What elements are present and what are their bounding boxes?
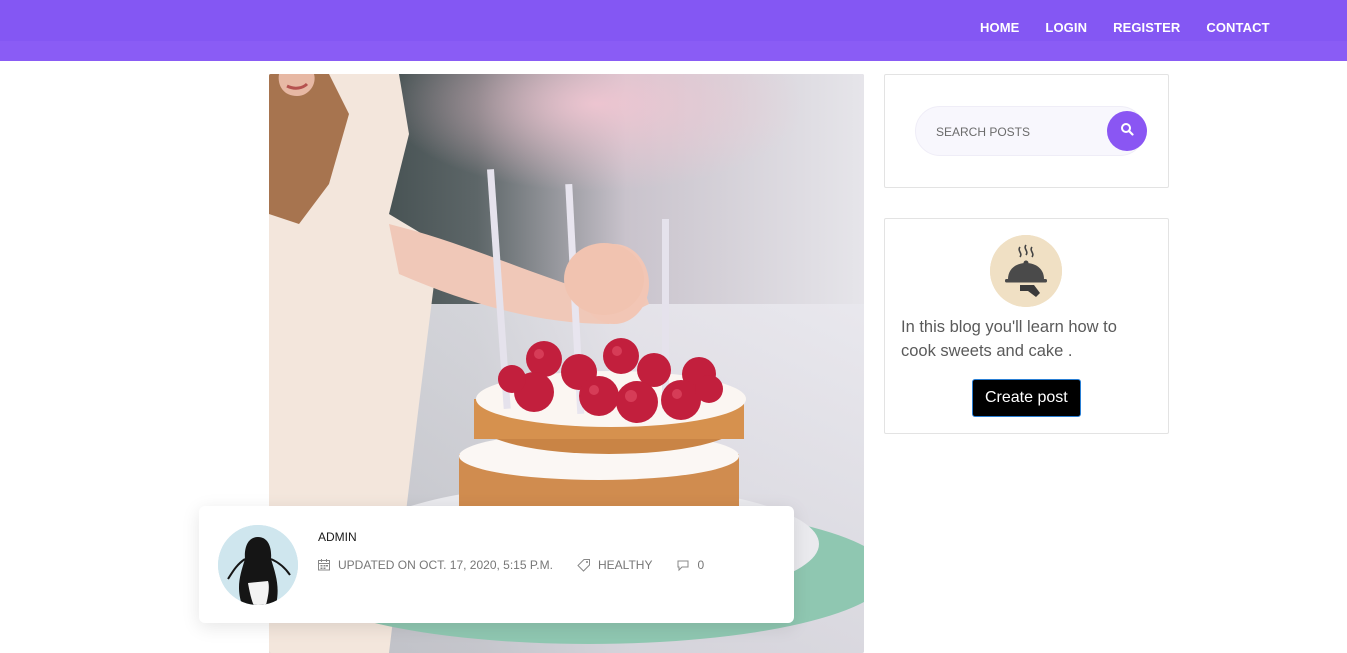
- main-nav: HOME LOGIN REGISTER CONTACT: [980, 20, 1270, 35]
- nav-login[interactable]: LOGIN: [1045, 20, 1087, 35]
- tag-icon: [577, 558, 591, 572]
- post-meta-row: UPDATED ON OCT. 17, 2020, 5:15 P.M. HEAL…: [317, 558, 704, 572]
- nav-contact[interactable]: CONTACT: [1206, 20, 1269, 35]
- about-widget: In this blog you'll learn how to cook sw…: [884, 218, 1169, 434]
- about-text: In this blog you'll learn how to cook sw…: [901, 318, 1117, 360]
- search-input[interactable]: [936, 123, 1096, 141]
- post-date-text: UPDATED ON OCT. 17, 2020, 5:15 P.M.: [338, 558, 553, 572]
- post-date: UPDATED ON OCT. 17, 2020, 5:15 P.M.: [317, 558, 553, 572]
- header-bar: HOME LOGIN REGISTER CONTACT: [0, 0, 1347, 61]
- search-button[interactable]: [1107, 111, 1147, 151]
- serving-cloche-icon: [990, 235, 1062, 307]
- post-meta-card: ADMIN UPDATED ON OCT. 17, 2020, 5:15 P.M…: [199, 506, 794, 623]
- create-post-button[interactable]: Create post: [972, 379, 1081, 417]
- calendar-icon: [317, 558, 331, 572]
- search-widget: [884, 74, 1169, 188]
- nav-register[interactable]: REGISTER: [1113, 20, 1180, 35]
- nav-home[interactable]: HOME: [980, 20, 1019, 35]
- post-comments[interactable]: 0: [676, 558, 704, 572]
- post-comments-count[interactable]: 0: [697, 558, 704, 572]
- post-category[interactable]: HEALTHY: [577, 558, 652, 572]
- post-category-text[interactable]: HEALTHY: [598, 558, 652, 572]
- search-icon: [1120, 122, 1134, 141]
- post-author[interactable]: ADMIN: [318, 530, 357, 544]
- comment-icon: [676, 558, 690, 572]
- author-avatar[interactable]: [218, 525, 298, 605]
